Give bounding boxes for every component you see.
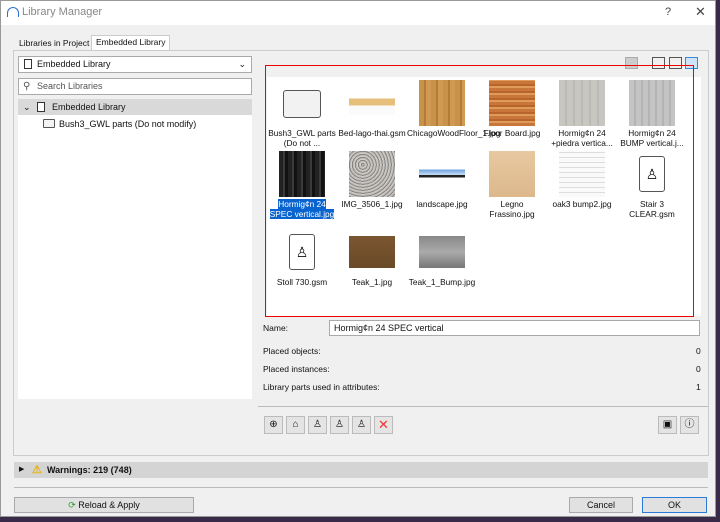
tab-libraries-in-project[interactable]: Libraries in Project <box>15 37 93 50</box>
highlight-frame <box>265 65 694 317</box>
placed-instances-label: Placed instances: <box>263 364 330 374</box>
dropdown-value: Embedded Library <box>37 59 111 69</box>
multiple-objects-icon[interactable]: ♙ <box>330 416 349 434</box>
add-library-icon[interactable]: ⊕ <box>264 416 283 434</box>
library-tree <box>18 99 252 399</box>
open-folder-icon[interactable]: ⌂ <box>286 416 305 434</box>
tree-label: Embedded Library <box>52 102 126 112</box>
divider <box>258 406 708 407</box>
divider <box>14 487 708 488</box>
placed-objects-label: Placed objects: <box>263 346 321 356</box>
title-bar: Library Manager ? ✕ <box>1 1 715 25</box>
warnings-bar[interactable]: ▶ ⚠ Warnings: 219 (748) <box>14 462 708 478</box>
tree-item-embedded-library[interactable]: ⌄ Embedded Library <box>18 99 252 115</box>
search-placeholder: Search Libraries <box>37 81 103 91</box>
reload-icon: ⟳ <box>68 500 79 510</box>
library-icon <box>37 102 45 112</box>
delete-icon[interactable]: ✕ <box>374 416 393 434</box>
placed-objects-value: 0 <box>696 346 701 356</box>
tree-label: Bush3_GWL parts (Do not modify) <box>59 119 197 129</box>
chevron-down-icon: ⌄ <box>238 59 246 69</box>
library-dropdown[interactable]: Embedded Library ⌄ <box>18 56 252 73</box>
close-button[interactable]: ✕ <box>695 4 706 20</box>
search-input[interactable]: ⚲ Search Libraries <box>18 78 252 95</box>
ok-button[interactable]: OK <box>642 497 707 513</box>
chevron-right-icon[interactable]: ▶ <box>19 462 24 478</box>
reload-apply-button[interactable]: ⟳ Reload & Apply <box>14 497 194 513</box>
reload-label: Reload & Apply <box>78 500 140 510</box>
library-manager-window: Library Manager ? ✕ Libraries in Project… <box>0 0 716 517</box>
cancel-button[interactable]: Cancel <box>569 497 633 513</box>
tab-embedded-library[interactable]: Embedded Library <box>91 35 171 50</box>
tree-item-bush3-folder[interactable]: Bush3_GWL parts (Do not modify) <box>43 117 196 131</box>
warning-icon: ⚠ <box>32 464 42 476</box>
app-logo-icon <box>7 7 19 17</box>
chevron-down-icon[interactable]: ⌄ <box>23 99 31 115</box>
help-button[interactable]: ? <box>665 6 671 18</box>
folder-icon <box>43 119 55 128</box>
name-label: Name: <box>263 323 289 333</box>
attributes-value: 1 <box>696 382 701 392</box>
placed-instances-value: 0 <box>696 364 701 374</box>
attributes-label: Library parts used in attributes: <box>263 382 380 392</box>
library-icon <box>24 59 32 69</box>
window-title: Library Manager <box>22 6 103 18</box>
name-input[interactable]: Hormig¢n 24 SPEC vertical <box>329 320 700 336</box>
warnings-text: Warnings: 219 (748) <box>47 465 132 475</box>
add-object-icon[interactable]: ♙ <box>308 416 327 434</box>
save-icon[interactable]: ▣ <box>658 416 677 434</box>
search-icon: ⚲ <box>23 81 31 92</box>
move-object-icon[interactable]: ♙ <box>352 416 371 434</box>
info-icon[interactable]: ⓘ <box>680 416 699 434</box>
